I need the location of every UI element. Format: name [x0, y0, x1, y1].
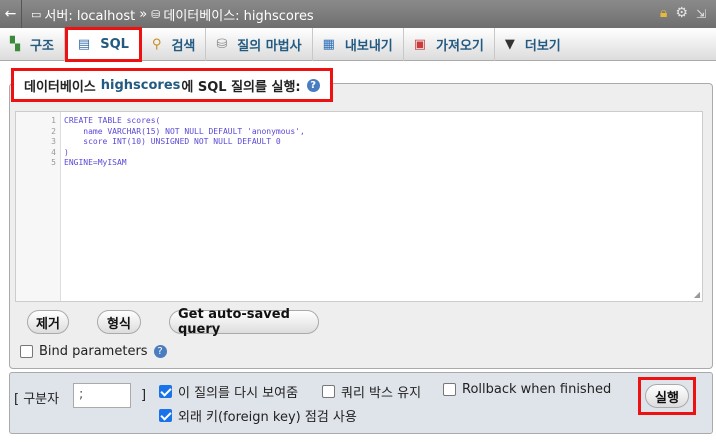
retain-query-box-label: 쿼리 박스 유지	[341, 386, 422, 401]
code-line: )	[64, 147, 69, 157]
server-icon: ▭	[31, 7, 42, 21]
export-icon: ▦	[322, 37, 335, 52]
collapse-icon[interactable]: ⇲	[696, 7, 706, 21]
breadcrumb: ▭ 서버: localhost » ⛁ 데이터베이스: highscores	[22, 5, 314, 24]
line-number: 2	[51, 126, 56, 136]
show-query-again-label: 이 질의를 다시 보여줌	[178, 386, 299, 401]
code-line: score INT(10) UNSIGNED NOT NULL DEFAULT …	[64, 137, 281, 146]
gear-icon[interactable]: ⚙	[675, 5, 688, 21]
sql-icon: ▤	[77, 37, 91, 52]
rollback-label: Rollback when finished	[462, 382, 612, 397]
search-icon: ⚲	[151, 37, 162, 52]
retain-query-box-checkbox[interactable]	[322, 385, 335, 398]
bind-parameters-label: Bind parameters	[39, 344, 148, 359]
retain-query-box-option[interactable]: 쿼리 박스 유지	[322, 382, 421, 401]
legend-database-link[interactable]: highscores	[101, 78, 181, 93]
rollback-checkbox[interactable]	[443, 383, 456, 396]
clear-button[interactable]: 제거	[27, 310, 69, 334]
foreign-key-check-label: 외래 키(foreign key) 점검 사용	[178, 410, 357, 425]
rollback-option[interactable]: Rollback when finished	[443, 382, 611, 397]
tab-export[interactable]: ▦ 내보내기	[313, 28, 404, 61]
line-number: 4	[51, 147, 56, 157]
tab-label: SQL	[100, 37, 129, 52]
caret-down-icon: ▼	[504, 37, 515, 52]
foreign-key-check-option[interactable]: 외래 키(foreign key) 점검 사용	[159, 406, 357, 425]
sql-legend: 데이터베이스 highscores 에 SQL 질의를 실행: ?	[11, 68, 333, 102]
code-line: name VARCHAR(15) NOT NULL DEFAULT 'anony…	[64, 126, 305, 136]
line-number: 3	[51, 137, 56, 146]
help-icon[interactable]: ?	[153, 345, 167, 358]
get-autosaved-query-button[interactable]: Get auto-saved query	[169, 307, 319, 337]
tab-search[interactable]: ⚲ 검색	[142, 28, 207, 61]
tab-label: 내보내기	[344, 39, 393, 54]
format-button[interactable]: 형식	[97, 310, 141, 334]
back-arrow-icon[interactable]: ←	[0, 0, 22, 28]
tab-import[interactable]: ▣ 가져오기	[404, 28, 495, 61]
tab-label: 구조	[30, 39, 54, 54]
tab-label: 검색	[171, 39, 196, 54]
structure-icon: ▚	[10, 37, 20, 52]
show-query-again-option[interactable]: 이 질의를 다시 보여줌	[159, 382, 298, 401]
tab-label: 질의 마법사	[237, 39, 302, 54]
topbar-actions: 🔒︎ ⚙ ⇲	[660, 5, 706, 21]
resize-grip-icon[interactable]: ◢	[694, 290, 700, 299]
delimiter-input[interactable]: ;	[73, 383, 131, 408]
delimiter-close: ]	[141, 388, 147, 403]
code-line: ENGINE=MyISAM	[64, 158, 127, 167]
go-button[interactable]: 실행	[645, 384, 689, 408]
help-icon[interactable]: ?	[306, 78, 320, 92]
tab-structure[interactable]: ▚ 구조	[0, 28, 65, 61]
tab-sql[interactable]: ▤ SQL	[64, 27, 142, 62]
code-line: CREATE TABLE scores(	[64, 116, 161, 125]
line-number-gutter: 1 2 3 4 5	[16, 112, 61, 301]
code-area[interactable]: CREATE TABLE scores( name VARCHAR(15) NO…	[61, 112, 305, 301]
delimiter-label: [ 구분자	[14, 392, 60, 407]
query-icon: ⛁	[216, 37, 228, 52]
bind-parameters-option[interactable]: Bind parameters ?	[20, 344, 167, 359]
legend-prefix: 데이터베이스	[24, 79, 96, 95]
breadcrumb-database[interactable]: 데이터베이스: highscores	[163, 5, 313, 24]
database-icon: ⛁	[151, 7, 161, 21]
sql-editor[interactable]: 1 2 3 4 5 CREATE TABLE scores( name VARC…	[15, 111, 703, 302]
import-icon: ▣	[413, 37, 427, 52]
show-query-again-checkbox[interactable]	[159, 385, 172, 398]
tab-more[interactable]: ▼ 더보기	[495, 28, 571, 61]
tab-label: 더보기	[524, 39, 561, 54]
tab-bar: ▚ 구조 ▤ SQL ⚲ 검색 ⛁ 질의 마법사 ▦ 내보내기 ▣ 가져오기 ▼…	[0, 27, 716, 62]
line-number: 5	[51, 158, 56, 167]
lock-icon[interactable]: 🔒︎	[660, 5, 667, 21]
legend-suffix: 에 SQL 질의를 실행:	[181, 79, 301, 95]
breadcrumb-server[interactable]: 서버: localhost	[44, 5, 135, 24]
breadcrumb-separator: »	[139, 6, 148, 22]
foreign-key-check-checkbox[interactable]	[159, 409, 172, 422]
breadcrumb-bar: ← ▭ 서버: localhost » ⛁ 데이터베이스: highscores…	[0, 0, 716, 28]
bind-parameters-checkbox[interactable]	[20, 345, 33, 358]
tab-label: 가져오기	[436, 39, 484, 54]
line-number: 1	[51, 116, 56, 125]
tab-query[interactable]: ⛁ 질의 마법사	[206, 28, 313, 61]
